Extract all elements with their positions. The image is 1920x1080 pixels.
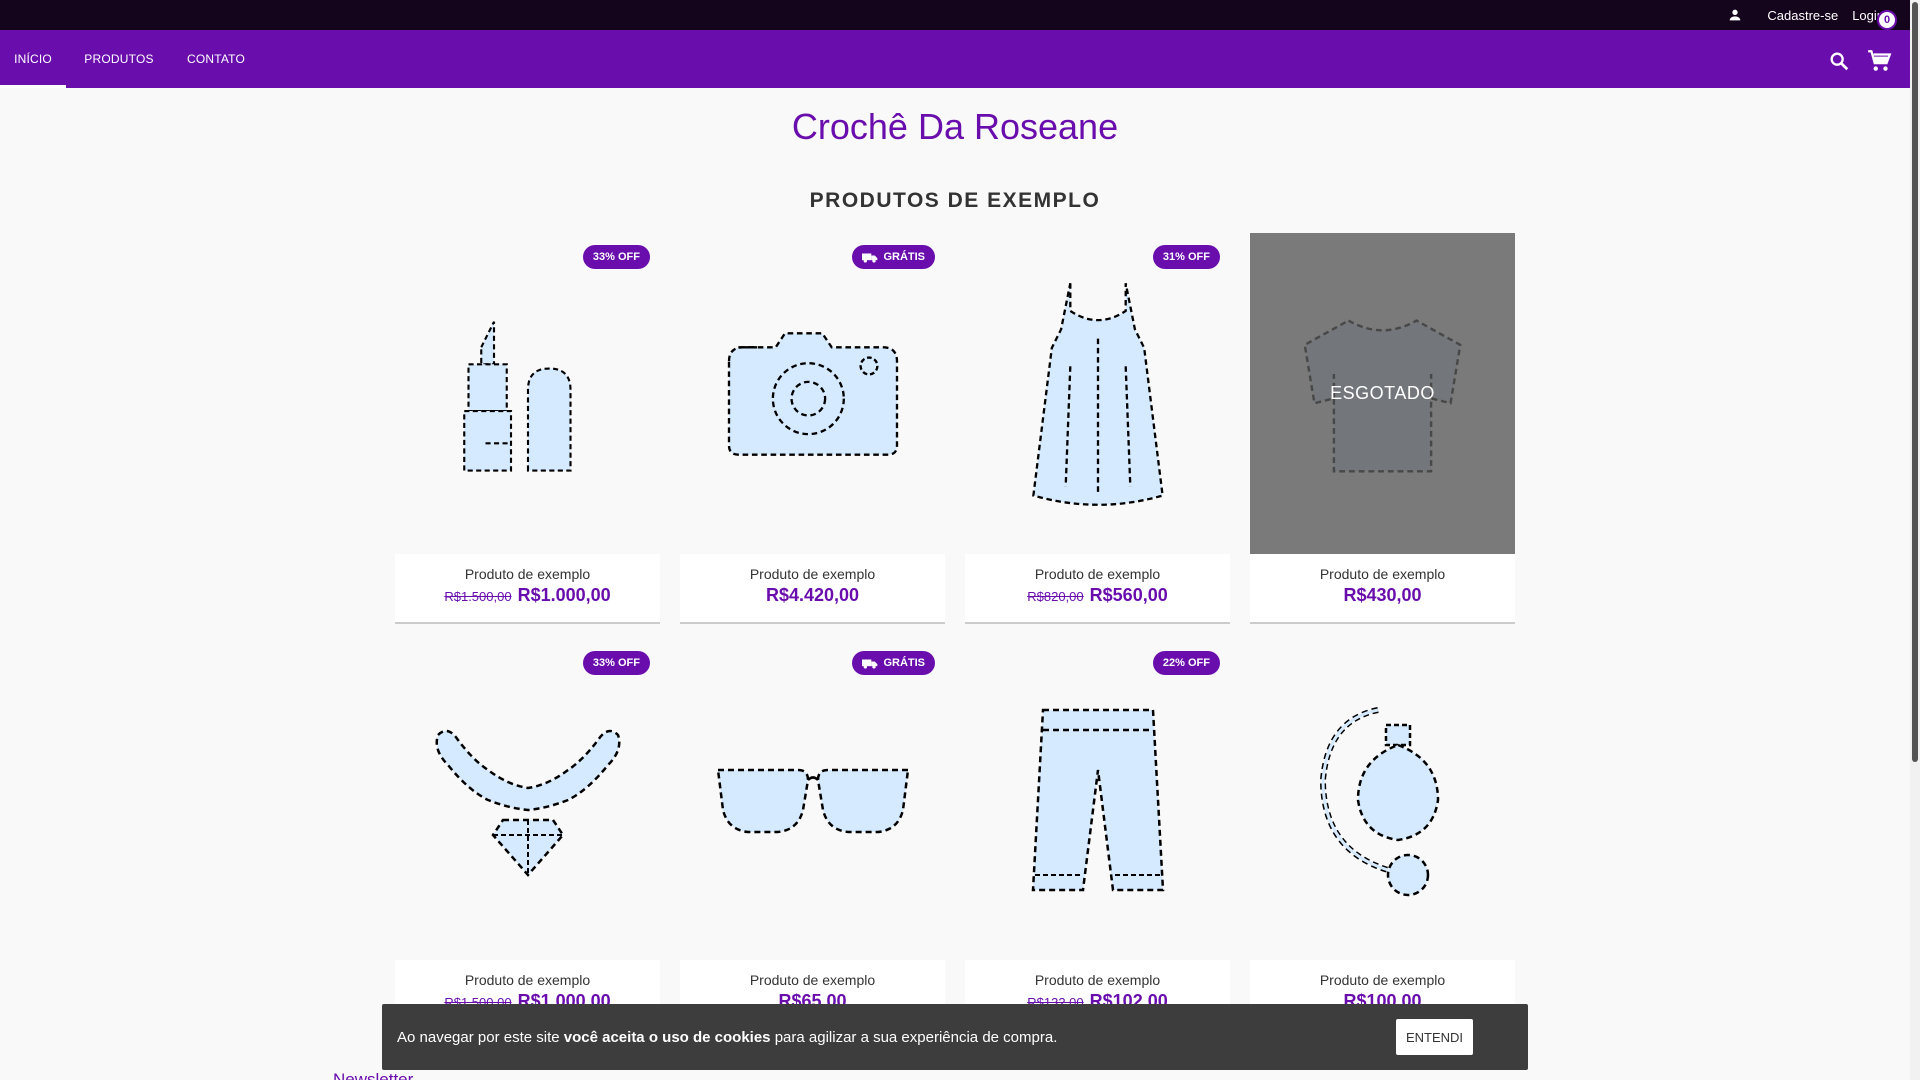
cart-count-badge: 0 [1877, 10, 1897, 30]
product-price: R$4.420,00 [765, 585, 860, 605]
tab-contato[interactable]: CONTATO [176, 30, 256, 88]
cookie-text: Ao navegar por este site você aceita o u… [397, 1028, 1058, 1046]
lipstick-icon [462, 320, 572, 472]
product-card[interactable]: 31% OFF Produto de exemplo R$820,00 R$56… [965, 233, 1230, 624]
product-name[interactable]: Produto de exemplo [395, 972, 660, 988]
product-name[interactable]: Produto de exemplo [395, 566, 660, 582]
store-title: Crochê Da Roseane [791, 106, 1119, 147]
old-price: R$820,00 [1027, 589, 1084, 604]
product-info[interactable]: Produto de exemplo R$1.500,00 R$1.000,00 [395, 554, 660, 624]
discount-badge: 33% OFF [582, 651, 650, 675]
soldout-overlay: ESGOTADO [1250, 233, 1515, 554]
product-price: R$1.000,00 [517, 585, 611, 605]
product-card[interactable]: 22% OFF Produto de exemplo R$132,00 R$10… [965, 639, 1230, 1030]
product-card[interactable]: GRÁTIS Produto de exemplo R$65,00 [680, 639, 945, 1030]
product-info[interactable]: Produto de exemplo R$4.420,00 [680, 554, 945, 624]
product-card[interactable]: ESGOTADO Produto de exemplo R$430,00 [1250, 233, 1515, 624]
perfume-icon [1319, 706, 1439, 896]
main-nav: INÍCIO PRODUTOS CONTATO [0, 30, 1910, 88]
camera-icon [727, 331, 898, 456]
product-image[interactable]: 33% OFF [395, 639, 660, 960]
dress-icon [1031, 282, 1164, 506]
badge-label: GRÁTIS [883, 251, 925, 263]
product-image[interactable] [1250, 639, 1515, 960]
truck-icon [862, 659, 878, 668]
glasses-icon [716, 768, 909, 833]
necklace-icon [435, 729, 620, 877]
accept-cookies-button[interactable]: ENTENDI [1395, 1019, 1473, 1055]
newsletter-title: Newsletter [333, 1070, 414, 1080]
cookie-banner: Ao navegar por este site você aceita o u… [382, 1004, 1528, 1070]
product-card[interactable]: 33% OFF Produto de exemplo R$1.500,00 R$… [395, 639, 660, 1030]
top-bar: Cadastre-se Login [0, 0, 1910, 30]
cart-icon[interactable] [1866, 48, 1892, 74]
scrollbar-thumb[interactable] [1912, 2, 1918, 762]
truck-icon [862, 253, 878, 262]
search-icon[interactable] [1828, 50, 1850, 72]
discount-badge: 22% OFF [1152, 651, 1220, 675]
product-name[interactable]: Produto de exemplo [1250, 972, 1515, 988]
user-icon [1727, 7, 1743, 23]
product-image[interactable]: 31% OFF [965, 233, 1230, 554]
product-name[interactable]: Produto de exemplo [965, 566, 1230, 582]
section-title: PRODUTOS DE EXEMPLO [809, 189, 1101, 212]
product-info[interactable]: Produto de exemplo R$820,00 R$560,00 [965, 554, 1230, 624]
discount-badge: 33% OFF [582, 245, 650, 269]
product-price: R$430,00 [1343, 585, 1422, 605]
product-card[interactable]: Produto de exemplo R$100,00 [1250, 639, 1515, 1030]
product-name[interactable]: Produto de exemplo [680, 566, 945, 582]
tab-inicio[interactable]: INÍCIO [0, 30, 66, 88]
product-image[interactable]: 33% OFF [395, 233, 660, 554]
free-shipping-badge: GRÁTIS [852, 651, 935, 675]
register-link[interactable]: Cadastre-se [1767, 8, 1838, 23]
old-price: R$1.500,00 [444, 589, 512, 604]
product-image[interactable]: GRÁTIS [680, 639, 945, 960]
free-shipping-badge: GRÁTIS [852, 245, 935, 269]
tab-produtos[interactable]: PRODUTOS [74, 30, 164, 88]
product-info[interactable]: Produto de exemplo R$430,00 [1250, 554, 1515, 624]
product-image[interactable]: GRÁTIS [680, 233, 945, 554]
pants-icon [1031, 708, 1164, 891]
badge-label: GRÁTIS [883, 657, 925, 669]
product-image[interactable]: ESGOTADO [1250, 233, 1515, 554]
product-name[interactable]: Produto de exemplo [965, 972, 1230, 988]
product-name[interactable]: Produto de exemplo [680, 972, 945, 988]
product-price: R$560,00 [1089, 585, 1168, 605]
product-image[interactable]: 22% OFF [965, 639, 1230, 960]
product-card[interactable]: 33% OFF Produto de exemplo R$1.500,00 R$… [395, 233, 660, 624]
product-card[interactable]: GRÁTIS Produto de exemplo R$4.420,00 [680, 233, 945, 624]
product-name[interactable]: Produto de exemplo [1250, 566, 1515, 582]
discount-badge: 31% OFF [1152, 245, 1220, 269]
